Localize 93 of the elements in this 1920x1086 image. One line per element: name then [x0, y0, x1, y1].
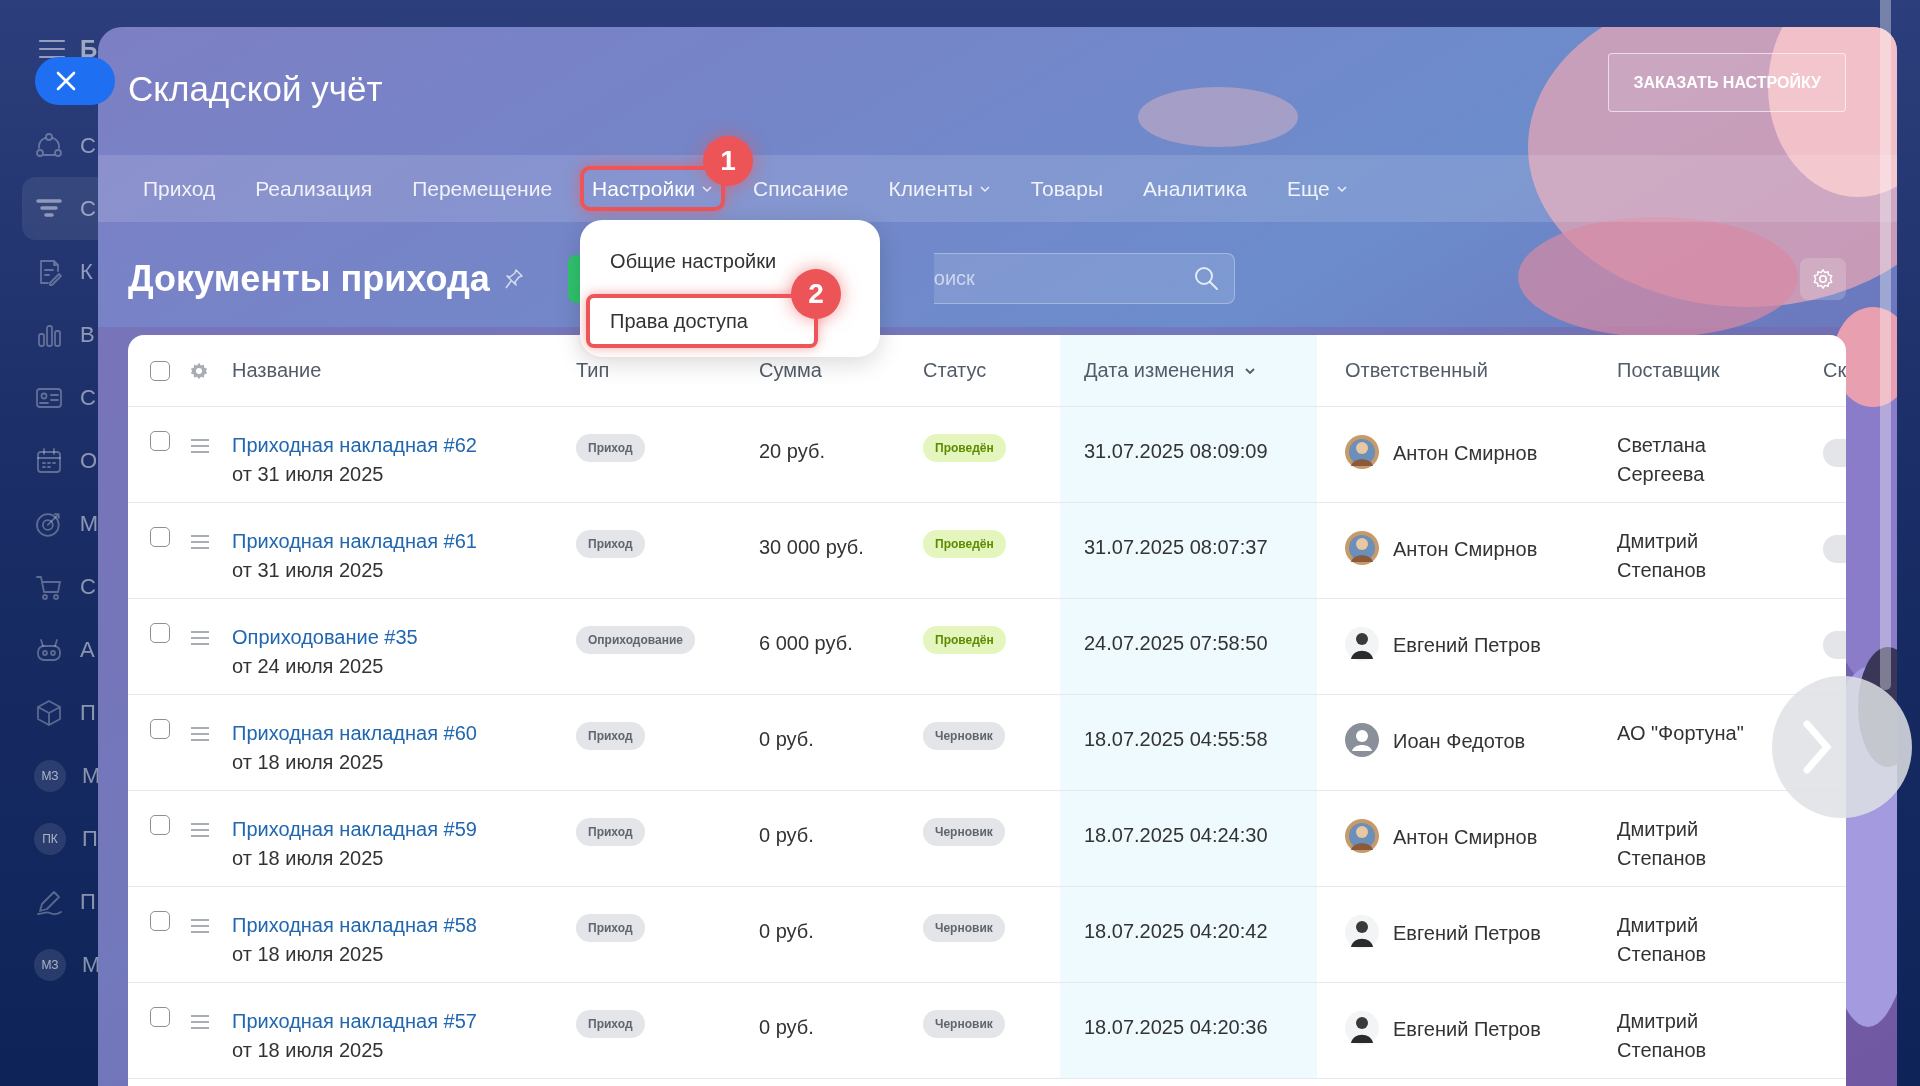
document-link[interactable]: Приходная накладная #57 — [232, 1007, 556, 1036]
type-tag: Приход — [576, 1010, 645, 1038]
document-link[interactable]: Приходная накладная #60 — [232, 719, 556, 748]
supplier-name: Дмитрий Степанов — [1617, 1009, 1708, 1063]
status-tag: Черновик — [923, 1010, 1005, 1038]
person-name[interactable]: Антон Смирнов — [1393, 535, 1538, 564]
document-date: от 31 июля 2025 — [232, 559, 384, 581]
document-date: от 18 июля 2025 — [232, 847, 384, 869]
supplier-name: Светлана Сергеева — [1617, 433, 1707, 487]
date-text: 18.07.2025 04:20:42 — [1084, 920, 1268, 942]
status-tag: Проведён — [923, 434, 1006, 462]
sidebar-label: П — [82, 825, 98, 853]
avatar-badge: МЗ — [34, 759, 66, 792]
status-tag: Черновик — [923, 914, 1005, 942]
sidebar-label: О — [80, 447, 98, 475]
sum-text: 20 руб. — [759, 440, 825, 462]
document-date: от 24 июля 2025 — [232, 655, 384, 677]
column-header[interactable]: Ответственный — [1345, 356, 1488, 385]
type-tag: Приход — [576, 818, 645, 846]
type-tag: Приход — [576, 722, 645, 750]
sidebar-item[interactable]: ПК П — [0, 807, 98, 870]
status-tag: Черновик — [923, 818, 1005, 846]
type-tag: Приход — [576, 530, 645, 558]
sum-text: 0 руб. — [759, 1016, 814, 1038]
sidebar-label: С — [80, 132, 96, 160]
type-tag: Оприходование — [576, 626, 695, 654]
sum-text: 0 руб. — [759, 920, 814, 942]
page-heading: Документы прихода — [128, 256, 490, 301]
sum-text: 6 000 руб. — [759, 632, 853, 654]
status-tag: Черновик — [923, 722, 1005, 750]
sum-text: 30 000 руб. — [759, 536, 864, 558]
person-name[interactable]: Евгений Петров — [1393, 919, 1541, 948]
date-text: 24.07.2025 07:58:50 — [1084, 632, 1268, 654]
date-text: 31.07.2025 08:09:09 — [1084, 440, 1268, 462]
supplier-name: Дмитрий Степанов — [1617, 817, 1708, 871]
avatar-badge: МЗ — [34, 948, 66, 981]
app-title: Складской учёт — [128, 68, 383, 110]
sidebar-label: А — [80, 636, 95, 664]
sidebar-label: В — [80, 321, 95, 349]
sidebar-item[interactable]: О — [0, 429, 98, 492]
type-tag: Приход — [576, 434, 645, 462]
sidebar-item[interactable]: С — [22, 177, 98, 240]
sidebar-label: П — [80, 888, 96, 916]
sidebar-item[interactable]: П — [0, 870, 98, 933]
person-name[interactable]: Антон Смирнов — [1393, 439, 1538, 468]
date-text: 18.07.2025 04:20:36 — [1084, 1016, 1268, 1038]
supplier-name: Дмитрий Степанов — [1617, 529, 1708, 583]
document-link[interactable]: Приходная накладная #58 — [232, 911, 556, 940]
sidebar-item[interactable]: А — [0, 618, 98, 681]
sidebar-label: С — [80, 384, 96, 412]
date-text: 18.07.2025 04:24:30 — [1084, 824, 1268, 846]
status-tag: Проведён — [923, 626, 1006, 654]
column-header[interactable]: Ск — [1823, 356, 1846, 385]
document-date: от 18 июля 2025 — [232, 943, 384, 965]
person-name[interactable]: Евгений Петров — [1393, 631, 1541, 660]
document-link[interactable]: Оприходование #35 — [232, 623, 556, 652]
document-link[interactable]: Приходная накладная #59 — [232, 815, 556, 844]
sidebar-item[interactable]: К — [0, 240, 98, 303]
supplier-name: АО "Фортуна" — [1617, 721, 1745, 746]
sidebar-item[interactable]: М — [0, 492, 98, 555]
sidebar-label: М — [79, 510, 98, 538]
document-date: от 18 июля 2025 — [232, 751, 384, 773]
column-header[interactable]: Поставщик — [1617, 356, 1720, 385]
avatar-badge: ПК — [34, 822, 66, 855]
sum-text: 0 руб. — [759, 824, 814, 846]
callout-number: 2 — [791, 269, 842, 320]
sidebar-item[interactable]: С — [0, 555, 98, 618]
document-link[interactable]: Приходная накладная #62 — [232, 431, 556, 460]
person-name[interactable]: Антон Смирнов — [1393, 823, 1538, 852]
sidebar-item[interactable]: П — [0, 681, 98, 744]
sidebar-label: С — [80, 573, 96, 601]
person-name[interactable]: Евгений Петров — [1393, 1015, 1541, 1044]
document-link[interactable]: Приходная накладная #61 — [232, 527, 556, 556]
supplier-name: Дмитрий Степанов — [1617, 913, 1708, 967]
person-name[interactable]: Иоан Федотов — [1393, 727, 1526, 756]
type-tag: Приход — [576, 914, 645, 942]
date-text: 18.07.2025 04:55:58 — [1084, 728, 1268, 750]
column-header[interactable]: Статус — [923, 356, 987, 385]
column-header[interactable]: Название — [232, 356, 322, 385]
sum-text: 0 руб. — [759, 728, 814, 750]
sidebar-label: К — [80, 258, 93, 286]
document-date: от 31 июля 2025 — [232, 463, 384, 485]
sidebar-item[interactable]: С — [0, 366, 98, 429]
column-header[interactable]: Сумма — [759, 356, 822, 385]
date-text: 31.07.2025 08:07:37 — [1084, 536, 1268, 558]
column-header[interactable]: Тип — [576, 356, 610, 385]
document-date: от 18 июля 2025 — [232, 1039, 384, 1061]
sidebar-item[interactable]: В — [0, 303, 98, 366]
status-tag: Проведён — [923, 530, 1006, 558]
sidebar-label: С — [80, 195, 96, 223]
sidebar-item[interactable]: С — [0, 114, 98, 177]
sidebar-label: П — [80, 699, 96, 727]
sidebar-title: Б — [80, 37, 98, 61]
